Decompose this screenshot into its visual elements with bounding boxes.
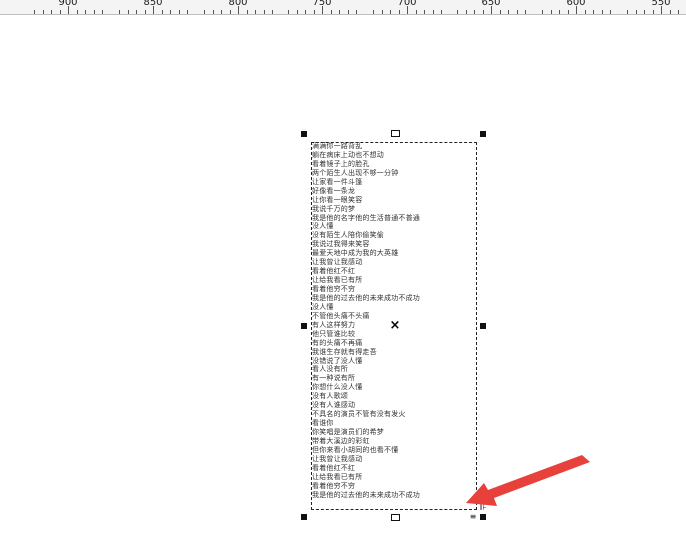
annotation-arrow-icon (466, 455, 590, 506)
